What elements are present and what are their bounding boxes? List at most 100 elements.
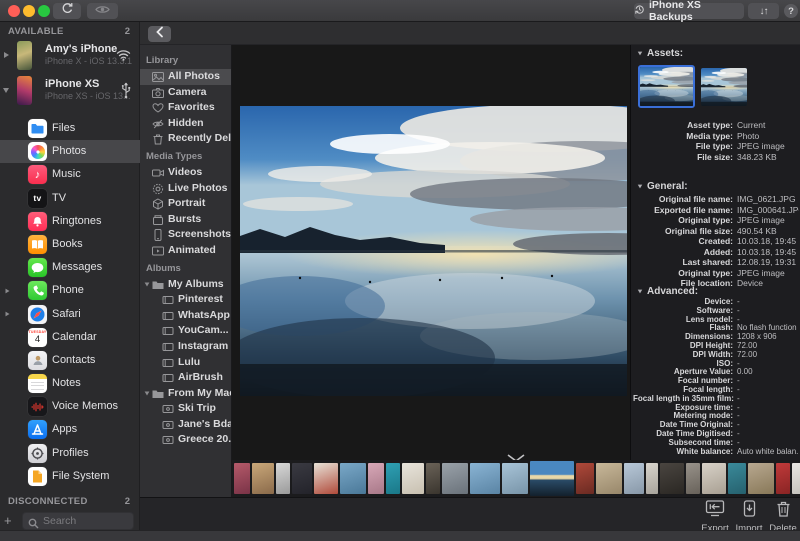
library-item-instagram[interactable]: Instagram — [140, 339, 231, 355]
library-item-recently-del[interactable]: Recently Del... — [140, 131, 231, 147]
sidebar-item-voice-memos[interactable]: Voice Memos — [0, 395, 140, 418]
library-item-animated[interactable]: Animated — [140, 243, 231, 259]
sidebar-item-phone[interactable]: Phone — [0, 279, 140, 302]
expand-arrow-icon[interactable] — [6, 312, 10, 317]
filmstrip-thumbnail[interactable] — [792, 463, 800, 494]
assets-section-header[interactable]: Assets: — [637, 48, 683, 59]
help-button[interactable]: ? — [784, 4, 798, 18]
library-item-my-albums[interactable]: My Albums — [140, 277, 231, 293]
device-backups-button[interactable]: iPhone XS Backups — [634, 3, 744, 19]
general-section-header[interactable]: General: — [637, 181, 688, 192]
sidebar-item-apps[interactable]: Apps — [0, 418, 140, 441]
library-item-camera[interactable]: Camera — [140, 85, 231, 101]
sidebar-item-profiles[interactable]: Profiles — [0, 442, 140, 465]
library-item-favorites[interactable]: Favorites — [140, 100, 231, 116]
export-button[interactable]: Export — [698, 500, 732, 534]
device-row-iphone-xs[interactable]: iPhone XS iPhone XS - iOS 13... — [0, 75, 140, 109]
zoom-button[interactable] — [38, 5, 50, 17]
library-item-screenshots[interactable]: Screenshots — [140, 227, 231, 243]
library-item-whatsapp[interactable]: WhatsApp — [140, 308, 231, 324]
asset-thumbnail-selected[interactable] — [638, 65, 695, 108]
filmstrip-thumbnail[interactable] — [234, 463, 250, 494]
filmstrip-thumbnail[interactable] — [426, 463, 440, 494]
filmstrip-thumbnail[interactable] — [402, 463, 424, 494]
filmstrip-thumbnail[interactable] — [702, 463, 726, 494]
info-value: 490.54 KB — [737, 226, 799, 237]
sidebar-item-books[interactable]: Books — [0, 233, 140, 256]
minimize-button[interactable] — [23, 5, 35, 17]
collapse-arrow-icon[interactable] — [145, 392, 150, 396]
sidebar-item-messages[interactable]: Messages — [0, 256, 140, 279]
filmstrip-thumbnail[interactable] — [686, 463, 700, 494]
sidebar-item-photos[interactable]: Photos — [0, 140, 140, 163]
filmstrip-thumbnail[interactable] — [470, 463, 500, 494]
filmstrip-thumbnail[interactable] — [660, 463, 684, 494]
library-item-youcam[interactable]: YouCam... — [140, 323, 231, 339]
sidebar-item-calendar[interactable]: TUESDAY4Calendar — [0, 326, 140, 349]
add-device-button[interactable]: + — [4, 513, 12, 528]
library-item-label: WhatsApp — [178, 308, 230, 324]
filmstrip-thumbnail[interactable] — [596, 463, 622, 494]
asset-thumbnail[interactable] — [701, 68, 747, 106]
library-item-live-photos[interactable]: Live Photos — [140, 181, 231, 197]
available-count-badge: 2 — [125, 26, 130, 37]
filmstrip-thumbnail[interactable] — [624, 463, 644, 494]
filmstrip-thumbnail[interactable] — [576, 463, 594, 494]
transfer-button[interactable]: ↓↑ — [748, 3, 779, 19]
library-item-ski-trip[interactable]: Ski Trip — [140, 401, 231, 417]
quick-look-button[interactable] — [87, 3, 118, 19]
sidebar-item-file-system[interactable]: File System — [0, 465, 140, 488]
library-item-label: Pinterest — [178, 292, 223, 308]
delete-button[interactable]: Delete — [766, 500, 800, 534]
sidebar-item-music[interactable]: ♪Music — [0, 163, 140, 186]
export-icon — [704, 500, 726, 522]
filmstrip-thumbnail[interactable] — [292, 463, 312, 494]
filmstrip-thumbnail[interactable] — [646, 463, 658, 494]
trash-icon — [152, 133, 164, 149]
collapse-arrow-icon[interactable] — [145, 283, 150, 287]
advanced-section-header[interactable]: Advanced: — [637, 286, 698, 297]
library-item-videos[interactable]: Videos — [140, 165, 231, 181]
filmstrip-thumbnail[interactable] — [776, 463, 790, 494]
expand-arrow-icon[interactable] — [4, 52, 9, 58]
device-row-amys-iphone[interactable]: Amy's iPhone iPhone X - iOS 13.3.1 — [0, 40, 140, 74]
filmstrip-thumbnail[interactable] — [442, 463, 468, 494]
library-item-hidden[interactable]: Hidden — [140, 116, 231, 132]
filmstrip-thumbnail[interactable] — [748, 463, 774, 494]
asset-info-rows: Asset type:CurrentMedia type:PhotoFile t… — [633, 120, 799, 162]
library-item-pinterest[interactable]: Pinterest — [140, 292, 231, 308]
sidebar-item-notes[interactable]: Notes — [0, 372, 140, 395]
filmstrip-thumbnail[interactable] — [386, 463, 400, 494]
sidebar-item-files[interactable]: Files — [0, 117, 140, 140]
library-item-all-photos[interactable]: All Photos — [140, 69, 231, 85]
close-button[interactable] — [8, 5, 20, 17]
filmstrip-thumbnail[interactable] — [502, 463, 528, 494]
library-item-jane-s-bday[interactable]: Jane's Bday — [140, 417, 231, 433]
library-item-bursts[interactable]: Bursts — [140, 212, 231, 228]
sidebar-item-contacts[interactable]: Contacts — [0, 349, 140, 372]
sidebar-item-safari[interactable]: Safari — [0, 303, 140, 326]
app-label: Files — [52, 122, 75, 134]
device-thumbnail — [17, 76, 32, 105]
expand-arrow-icon[interactable] — [6, 288, 10, 293]
import-button[interactable]: Import — [732, 500, 766, 534]
library-item-portrait[interactable]: Portrait — [140, 196, 231, 212]
filmstrip-thumbnail[interactable] — [340, 463, 366, 494]
filmstrip-thumbnail[interactable] — [314, 463, 338, 494]
back-button[interactable] — [148, 26, 171, 42]
sidebar-item-ringtones[interactable]: Ringtones — [0, 210, 140, 233]
filmstrip-thumbnail[interactable] — [252, 463, 274, 494]
library-item-from-my-mac[interactable]: From My Mac — [140, 386, 231, 402]
window-bottom-edge — [0, 530, 800, 541]
library-item-greece-20[interactable]: Greece 20... — [140, 432, 231, 448]
library-item-lulu[interactable]: Lulu — [140, 355, 231, 371]
sidebar-item-tv[interactable]: tvTV — [0, 187, 140, 210]
photo-preview[interactable] — [240, 106, 627, 396]
library-item-airbrush[interactable]: AirBrush — [140, 370, 231, 386]
filmstrip-thumbnail-current[interactable] — [530, 461, 574, 496]
refresh-button[interactable] — [53, 3, 81, 19]
collapse-arrow-icon[interactable] — [3, 88, 9, 93]
filmstrip-thumbnail[interactable] — [276, 463, 290, 494]
filmstrip-thumbnail[interactable] — [368, 463, 384, 494]
filmstrip-thumbnail[interactable] — [728, 463, 746, 494]
